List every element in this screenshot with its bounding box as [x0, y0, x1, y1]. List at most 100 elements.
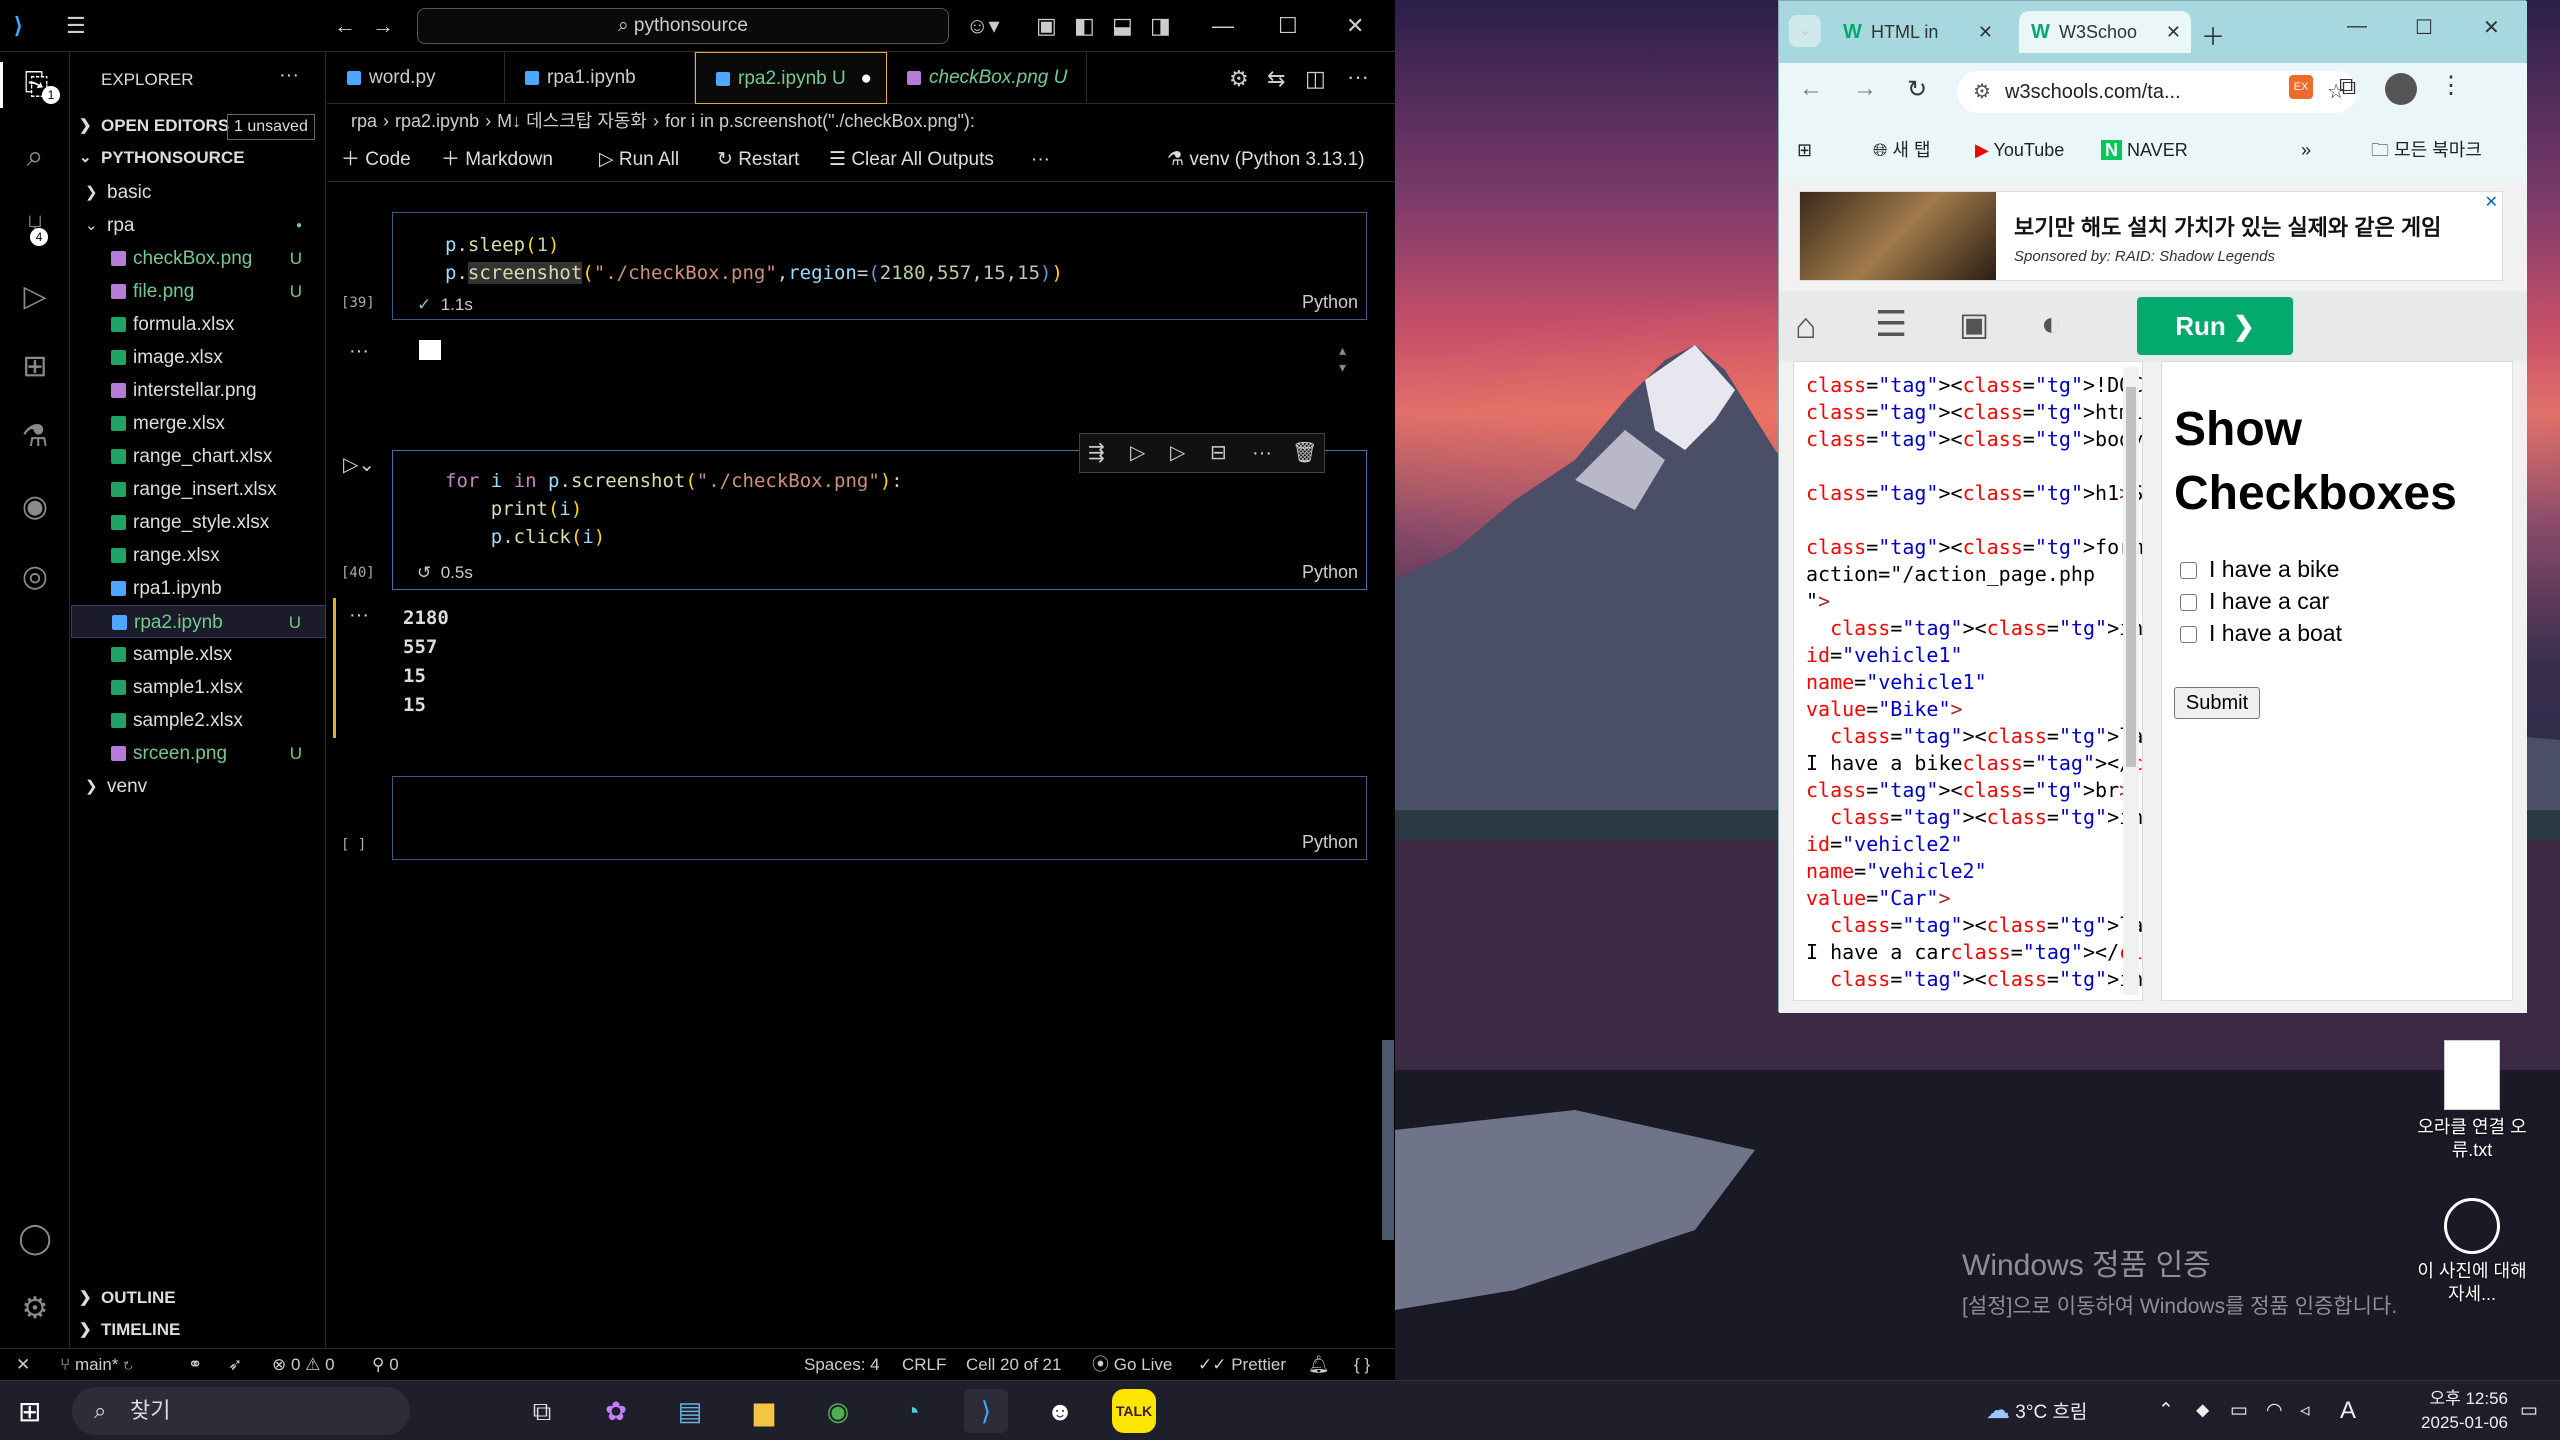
scrollbar[interactable]	[1382, 1040, 1394, 1240]
extension-icon[interactable]: EX	[2289, 75, 2313, 99]
extensions-puzzle-icon[interactable]: ⧉	[2339, 73, 2356, 101]
minimize-icon[interactable]: —	[2347, 15, 2367, 38]
cell-indicator[interactable]: Cell 20 of 21	[966, 1349, 1061, 1381]
scrollbar-thumb[interactable]	[2126, 387, 2136, 767]
bookmark-youtube[interactable]: ▶ YouTube	[1975, 119, 2064, 181]
output-more-icon[interactable]: ···	[349, 604, 369, 627]
chrome-icon[interactable]: ◉	[816, 1389, 860, 1433]
execute-above-icon[interactable]: ▷	[1130, 434, 1145, 472]
home-icon[interactable]: ⌂	[1795, 305, 1817, 347]
more-actions-icon[interactable]: ···	[279, 64, 299, 87]
file-item[interactable]: range_style.xlsx	[71, 506, 326, 539]
code-cell-40[interactable]: ⇶ ▷ ▷ ⊟ ··· 🗑 for i in p.screenshot("./c…	[341, 433, 1367, 590]
remote-icon[interactable]: ✕	[16, 1349, 30, 1381]
checkbox-vehicle2[interactable]	[2180, 594, 2197, 611]
site-info-icon[interactable]: ⚙	[1973, 71, 1991, 113]
file-item[interactable]: rpa2.ipynb U	[71, 605, 326, 638]
network-icon[interactable]: ⬥	[2196, 1381, 2209, 1440]
outline-header[interactable]: ❯ OUTLINE	[71, 1282, 326, 1314]
copilot-icon[interactable]: ✿	[594, 1389, 638, 1433]
file-item[interactable]: sample.xlsx	[71, 638, 326, 671]
rocket-icon[interactable]: ➶	[228, 1349, 242, 1381]
chrome-menu-icon[interactable]: ⋮	[2439, 71, 2463, 100]
settings-gear-icon[interactable]: ⚙	[1229, 66, 1249, 92]
cell-code[interactable]: for i in p.screenshot("./checkBox.png"):…	[445, 467, 903, 551]
file-item[interactable]: sample2.xlsx	[71, 704, 326, 737]
scroll-arrows-icon[interactable]: ▴ ▾	[1339, 342, 1346, 376]
command-center-search[interactable]: ⌕ pythonsource	[417, 8, 949, 44]
ad-banner[interactable]: 보기만 해도 설치 가치가 있는 실제와 같은 게임 Sponsored by:…	[1799, 191, 2503, 281]
menu-icon[interactable]: ☰	[1875, 303, 1907, 345]
file-item[interactable]: srceen.png U	[71, 737, 326, 770]
bookmark-naver[interactable]: N NAVER	[2101, 119, 2188, 181]
app-icon[interactable]: ☻	[1038, 1389, 1082, 1433]
pythonsource-header[interactable]: ⌄ PYTHONSOURCE	[71, 142, 326, 174]
remote-explorer-icon[interactable]: ◎	[12, 554, 58, 600]
search-icon[interactable]: ⌕	[12, 134, 58, 180]
unsaved-dot-icon[interactable]: ●	[861, 53, 872, 105]
breadcrumb-item[interactable]: rpa	[351, 111, 377, 131]
desktop-icon-oracle-txt[interactable]: 오라클 연결 오류.txt	[2412, 1040, 2532, 1162]
tab-word-py[interactable]: word.py	[327, 52, 505, 104]
edge-icon[interactable]: ◔	[890, 1389, 934, 1433]
tab-checkbox-png[interactable]: checkBox.png U	[887, 52, 1087, 104]
back-arrow-icon[interactable]: ←	[334, 14, 356, 38]
clear-outputs-button[interactable]: ☰ Clear All Outputs	[829, 138, 994, 182]
maximize-icon[interactable]: ☐	[1278, 14, 1298, 38]
battery-icon[interactable]: ▭	[2230, 1381, 2248, 1440]
ports-indicator[interactable]: ⚲ 0	[372, 1349, 399, 1381]
settings-gear-icon[interactable]: ⚙	[12, 1286, 58, 1332]
run-cell-icon[interactable]: ▷⌄	[343, 452, 375, 477]
accounts-icon[interactable]: ◯	[12, 1216, 58, 1262]
file-item[interactable]: range_chart.xlsx	[71, 440, 326, 473]
code-scrollbar[interactable]	[2123, 367, 2139, 995]
forward-arrow-icon[interactable]: →	[372, 14, 394, 38]
menu-icon[interactable]: ☰	[66, 14, 86, 38]
more-actions-icon[interactable]: ···	[1031, 138, 1050, 182]
toggle-panel-icon[interactable]: ⬓	[1112, 14, 1133, 38]
taskbar-search[interactable]: ⌕ 찾기	[72, 1387, 410, 1435]
compare-icon[interactable]: ⇆	[1267, 66, 1285, 92]
chrome-tab-w3schools[interactable]: W W3Schoo ✕	[2019, 11, 2191, 53]
cell-language[interactable]: Python	[1302, 562, 1358, 583]
cell-code[interactable]: p.sleep(1) p.screenshot("./checkBox.png"…	[445, 231, 1063, 287]
clock[interactable]: 오후 12:56 2025-01-06	[2388, 1387, 2508, 1435]
more-bookmarks-icon[interactable]: »	[2301, 119, 2311, 181]
explorer-icon[interactable]: ⎘ 1	[0, 62, 70, 108]
notifications-icon[interactable]: ▭	[2520, 1381, 2538, 1440]
go-live-button[interactable]: ⦿ Go Live	[1092, 1349, 1172, 1381]
source-control-icon[interactable]: ⑂ 4	[12, 204, 58, 250]
sync-icon[interactable]: ⚭	[188, 1349, 202, 1381]
close-icon[interactable]: ✕	[2483, 15, 2500, 40]
execute-below-icon[interactable]: ▷	[1170, 434, 1185, 472]
folder-item[interactable]: ❯ basic	[71, 176, 326, 209]
save-icon[interactable]: ▣	[1959, 305, 1989, 343]
close-icon[interactable]: ✕	[1346, 14, 1364, 38]
spaces-indicator[interactable]: Spaces: 4	[804, 1349, 880, 1381]
file-explorer-icon[interactable]: ▆	[742, 1389, 786, 1433]
run-by-line-icon[interactable]: ⇶	[1088, 434, 1105, 472]
close-tab-icon[interactable]: ✕	[2166, 11, 2181, 53]
layout-icon[interactable]: ▣	[1036, 14, 1057, 38]
breadcrumb-item[interactable]: for i in p.screenshot("./checkBox.png"):	[665, 111, 975, 131]
more-actions-icon[interactable]: ···	[1347, 64, 1369, 90]
ad-close-icon[interactable]: ✕	[2485, 192, 2498, 212]
start-icon[interactable]: ⊞	[18, 1395, 41, 1428]
chrome-tab-html[interactable]: W HTML in ✕	[1831, 11, 2003, 53]
breadcrumb-item[interactable]: M↓ 데스크탑 자동화	[497, 111, 647, 131]
problems-indicator[interactable]: ⊗ 0 ⚠ 0	[272, 1349, 335, 1381]
file-item[interactable]: rpa1.ipynb	[71, 572, 326, 605]
show-hidden-icons[interactable]: ⌃	[2158, 1381, 2174, 1440]
apps-grid-icon[interactable]: ⊞	[1797, 119, 1812, 181]
branch-indicator[interactable]: ⑂ main* ↻	[60, 1349, 133, 1381]
folder-item[interactable]: ❯ venv	[71, 770, 326, 803]
git-graph-icon[interactable]: ◉	[12, 484, 58, 530]
code-cell-39[interactable]: p.sleep(1) p.screenshot("./checkBox.png"…	[341, 212, 1367, 320]
file-item[interactable]: file.png U	[71, 275, 326, 308]
volume-icon[interactable]: ◃	[2300, 1381, 2310, 1440]
submit-button[interactable]: Submit	[2174, 687, 2260, 719]
minimize-icon[interactable]: —	[1212, 14, 1234, 38]
breadcrumb-item[interactable]: rpa2.ipynb	[395, 111, 479, 131]
testing-icon[interactable]: ⚗	[12, 414, 58, 460]
code-editor-pane[interactable]: class="tag"><class="tg">!DOCTYPE html> c…	[1793, 361, 2143, 1001]
